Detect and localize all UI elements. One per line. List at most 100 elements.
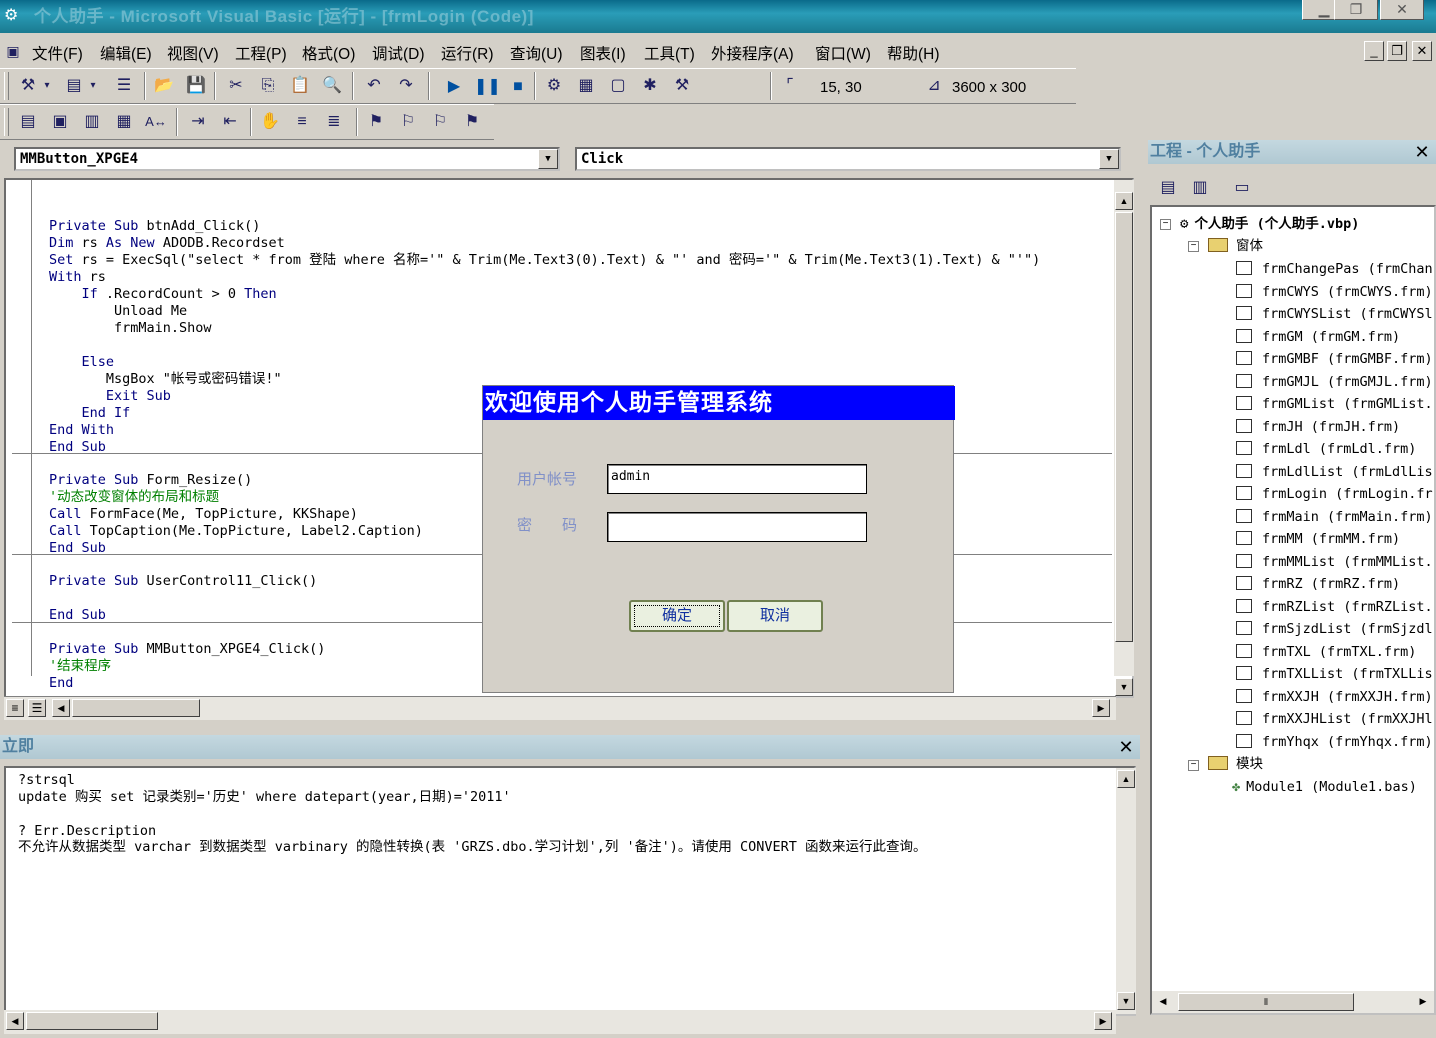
comment-block-icon[interactable]: ≡ [290, 110, 314, 134]
horizontal-scroll-thumb[interactable] [72, 699, 200, 717]
code-vertical-scrollbar[interactable]: ▲ ▼ [1114, 180, 1134, 696]
code-line[interactable]: End [49, 675, 73, 692]
chevron-down-icon[interactable]: ▼ [1099, 149, 1119, 169]
close-button[interactable]: ✕ [1380, 0, 1424, 20]
scroll-down-icon[interactable]: ▼ [1117, 992, 1135, 1010]
code-line[interactable]: Set rs = ExecSql("select * from 登陆 where… [49, 252, 1040, 269]
scroll-up-icon[interactable]: ▲ [1115, 192, 1133, 210]
scroll-right-icon[interactable]: ▶ [1414, 993, 1432, 1011]
project-explorer-icon[interactable]: ⚙ [542, 74, 566, 98]
tree-item-form[interactable]: frmYhqx (frmYhqx.frm) [1236, 731, 1433, 753]
tree-item-form[interactable]: frmLdlList (frmLdlLis [1236, 461, 1433, 483]
tree-item-form[interactable]: frmMain (frmMain.frm) [1236, 506, 1433, 528]
project-horizontal-scrollbar[interactable]: ◀ ⦀ ▶ [1152, 991, 1434, 1013]
view-code-icon[interactable]: ▤ [1156, 176, 1180, 200]
scroll-right-icon[interactable]: ▶ [1092, 699, 1110, 717]
undo-icon[interactable]: ↶ [362, 74, 386, 98]
list-constants-icon[interactable]: ▣ [48, 110, 72, 134]
view-object-icon[interactable]: ▥ [1188, 176, 1212, 200]
menu-addins[interactable]: 外接程序(A) [711, 42, 794, 64]
tree-item-form[interactable]: frmCWYSList (frmCWYSl [1236, 303, 1433, 325]
menu-tools[interactable]: 工具(T) [644, 42, 695, 64]
uncomment-block-icon[interactable]: ≣ [322, 110, 346, 134]
cut-icon[interactable]: ✂ [224, 74, 248, 98]
tree-item-form[interactable]: frmRZ (frmRZ.frm) [1236, 573, 1400, 595]
collapse-icon[interactable]: − [1160, 219, 1171, 230]
stop-icon[interactable]: ■ [506, 75, 530, 99]
paste-icon[interactable]: 📋 [288, 74, 312, 98]
vb-app-icon[interactable]: ⚙ [4, 7, 24, 25]
menu-edit[interactable]: 编辑(E) [100, 42, 152, 64]
collapse-icon[interactable]: − [1188, 760, 1199, 771]
code-line[interactable]: Unload Me [49, 303, 187, 320]
mdi-minimize-button[interactable]: _ [1364, 41, 1384, 61]
menu-project[interactable]: 工程(P) [235, 42, 287, 64]
immediate-line[interactable]: ?strsql [18, 772, 75, 789]
menu-file[interactable]: 文件(F) [32, 42, 83, 64]
code-line[interactable]: Private Sub btnAdd_Click() [49, 218, 260, 235]
full-module-view-icon[interactable]: ☰ [28, 699, 46, 717]
copy-icon[interactable]: ⎘ [256, 74, 280, 98]
menu-debug[interactable]: 调试(D) [372, 42, 425, 64]
tree-item-form[interactable]: frmSjzdList (frmSjzdl [1236, 618, 1433, 640]
immediate-line[interactable]: ? Err.Description [18, 823, 156, 840]
immediate-window[interactable]: ?strsql update 购买 set 记录类别='历史' where da… [4, 766, 1136, 1016]
form-layout-icon[interactable]: ▢ [606, 74, 630, 98]
code-line[interactable]: Exit Sub [49, 388, 171, 405]
tree-item-form[interactable]: frmGMJL (frmGMJL.frm) [1236, 371, 1433, 393]
code-line[interactable]: MsgBox "帐号或密码错误!" [49, 371, 282, 388]
scroll-down-icon[interactable]: ▼ [1115, 678, 1133, 696]
tree-item-form[interactable]: frmXXJH (frmXXJH.frm) [1236, 686, 1433, 708]
code-line[interactable]: Dim rs As New ADODB.Recordset [49, 235, 285, 252]
object-combo[interactable]: MMButton_XPGE4 ▼ [14, 147, 560, 171]
menu-format[interactable]: 格式(O) [302, 42, 355, 64]
tree-item-form[interactable]: frmMMList (frmMMList. [1236, 551, 1433, 573]
code-line[interactable]: Else [49, 354, 115, 371]
tree-item-form[interactable]: frmTXL (frmTXL.frm) [1236, 641, 1416, 663]
immediate-vertical-scrollbar[interactable]: ▲ ▼ [1116, 768, 1136, 1014]
chevron-down-icon[interactable]: ▼ [538, 149, 558, 169]
scroll-up-icon[interactable]: ▲ [1117, 770, 1135, 788]
code-margin[interactable] [6, 180, 32, 676]
quick-info-icon[interactable]: ▥ [80, 110, 104, 134]
toolbar-grip[interactable] [4, 72, 9, 100]
tree-item-form[interactable]: frmTXLList (frmTXLLis [1236, 663, 1433, 685]
tree-forms-folder[interactable]: 窗体 [1208, 235, 1263, 257]
procedure-combo[interactable]: Click ▼ [575, 147, 1121, 171]
login-dialog[interactable]: 欢迎使用个人助手管理系统 用户帐号 admin 密 码 确定 取消 [482, 385, 955, 693]
code-line[interactable]: End With [49, 422, 114, 439]
find-icon[interactable]: 🔍 [320, 74, 344, 98]
previous-bookmark-icon[interactable]: ⚐ [428, 110, 452, 134]
code-line[interactable]: With rs [49, 269, 106, 286]
cancel-button[interactable]: 取消 [727, 600, 823, 632]
collapse-icon[interactable]: − [1188, 241, 1199, 252]
horizontal-scroll-thumb[interactable]: ⦀ [1178, 993, 1354, 1011]
tree-project-root[interactable]: ⚙ 个人助手 (个人助手.vbp) [1180, 213, 1359, 235]
code-line[interactable]: Private Sub Form_Resize() [49, 472, 252, 489]
immediate-close-icon[interactable]: ✕ [1116, 737, 1136, 757]
tree-item-form[interactable]: frmCWYS (frmCWYS.frm) [1236, 281, 1433, 303]
indent-icon[interactable]: ⇥ [186, 110, 210, 134]
code-line[interactable]: frmMain.Show [49, 320, 212, 337]
code-comment[interactable]: '动态改变窗体的布局和标题 [49, 489, 219, 506]
code-comment[interactable]: '结束程序 [49, 658, 111, 675]
code-line[interactable]: Private Sub UserControl11_Click() [49, 573, 317, 590]
toggle-bookmark-icon[interactable]: ⚑ [364, 110, 388, 134]
run-icon[interactable]: ▶ [442, 75, 466, 99]
immediate-line[interactable]: update 购买 set 记录类别='历史' where datepart(y… [18, 789, 511, 806]
tree-item-form[interactable]: frmJH (frmJH.frm) [1236, 416, 1400, 438]
pause-icon[interactable]: ❚❚ [474, 75, 501, 99]
immediate-line[interactable]: 不允许从数据类型 varchar 到数据类型 varbinary 的隐性转换(表… [18, 839, 927, 856]
tree-item-module[interactable]: ✤ Module1 (Module1.bas) [1232, 776, 1417, 798]
outdent-icon[interactable]: ⇤ [218, 110, 242, 134]
parameter-info-icon[interactable]: ▦ [112, 110, 136, 134]
code-line[interactable]: Call TopCaption(Me.TopPicture, Label2.Ca… [49, 523, 423, 540]
clear-bookmarks-icon[interactable]: ⚑ [460, 110, 484, 134]
tree-item-form[interactable]: frmRZList (frmRZList. [1236, 596, 1433, 618]
mdi-restore-button[interactable]: ❐ [1387, 41, 1407, 61]
open-project-icon[interactable]: 📂 [152, 74, 176, 98]
login-dialog-title[interactable]: 欢迎使用个人助手管理系统 [483, 386, 955, 420]
password-input[interactable] [607, 512, 867, 542]
code-line[interactable]: Call FormFace(Me, TopPicture, KKShape) [49, 506, 358, 523]
next-bookmark-icon[interactable]: ⚐ [396, 110, 420, 134]
